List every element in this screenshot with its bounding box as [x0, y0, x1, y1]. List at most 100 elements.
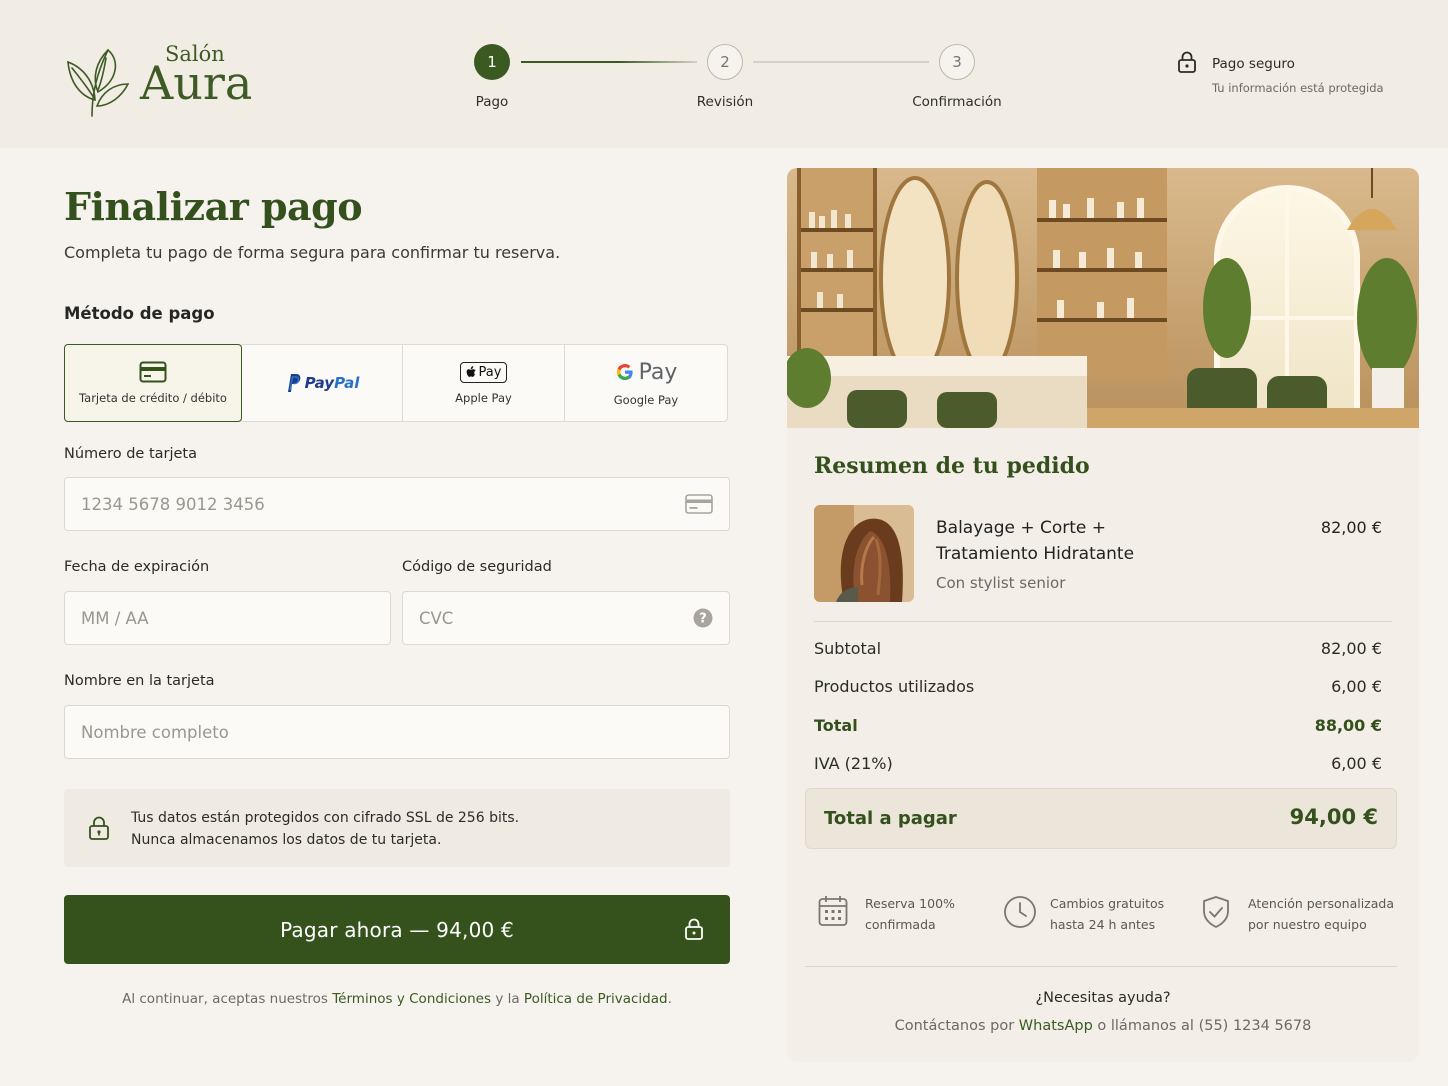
terms-text: Al continuar, aceptas nuestros Términos …	[64, 991, 730, 1007]
row-value: 82,00 €	[1320, 639, 1382, 658]
grand-total-value: 94,00 €	[1289, 805, 1378, 829]
row-value: 6,00 €	[1331, 754, 1382, 773]
calendar-icon	[818, 896, 848, 926]
row-label: Productos utilizados	[814, 677, 975, 696]
cvc-label: Código de seguridad	[402, 559, 552, 575]
brand-logo[interactable]: Salón Aura	[62, 38, 252, 118]
google-pay-logo: Pay	[615, 359, 678, 385]
method-label: Tarjeta de crédito / débito	[79, 391, 227, 405]
clock-icon	[1004, 896, 1036, 928]
header: Salón Aura 1 Pago 2 Revisión 3 Confirmac…	[0, 0, 1448, 148]
expiry-label: Fecha de expiración	[64, 559, 210, 575]
name-placeholder: Nombre completo	[81, 722, 229, 742]
pay-now-button[interactable]: Pagar ahora — 94,00 €	[64, 895, 730, 964]
cvc-placeholder: CVC	[419, 608, 454, 628]
feature-line-1: Reserva 100%	[865, 896, 955, 911]
card-number-label: Número de tarjeta	[64, 446, 197, 462]
brand-name: Aura	[140, 56, 253, 110]
row-label: IVA (21%)	[814, 754, 893, 773]
terms-prefix: Al continuar, aceptas nuestros	[122, 991, 333, 1007]
row-label: Subtotal	[814, 639, 882, 658]
cardholder-name-input[interactable]: Nombre completo	[64, 705, 730, 759]
secure-title: Pago seguro	[1212, 56, 1295, 72]
summary-row-products: Productos utilizados 6,00 €	[814, 677, 1382, 696]
feature-line-1: Atención personalizada	[1248, 896, 1395, 911]
page-subtitle: Completa tu pago de forma segura para co…	[64, 243, 561, 262]
leaf-icon	[67, 48, 130, 117]
checkout-stepper: 1 Pago 2 Revisión 3 Confirmación	[440, 44, 1040, 124]
svg-text:?: ?	[699, 612, 707, 627]
card-number-input[interactable]: 1234 5678 9012 3456	[64, 477, 730, 531]
cvc-input[interactable]: CVC ?	[402, 591, 730, 645]
method-label: Apple Pay	[455, 390, 512, 405]
terms-suffix: .	[667, 991, 672, 1007]
step-number: 2	[707, 44, 743, 80]
notice-line-1: Tus datos están protegidos con cifrado S…	[131, 810, 520, 826]
step-label: Confirmación	[912, 94, 1002, 110]
row-label: Total	[814, 716, 858, 735]
step-label: Pago	[475, 94, 509, 110]
feature-line-1: Cambios gratuitos	[1050, 896, 1165, 911]
help-prefix: Contáctanos por	[894, 1018, 1019, 1034]
payment-method-selector: Tarjeta de crédito / débito PayPal Pay A…	[64, 344, 730, 422]
salon-interior-image	[787, 168, 1419, 428]
privacy-link[interactable]: Política de Privacidad	[524, 991, 668, 1007]
method-label: Google Pay	[613, 392, 679, 407]
paypal-logo: PayPal	[285, 373, 359, 393]
step-label: Revisión	[696, 94, 754, 110]
summary-title: Resumen de tu pedido	[814, 453, 1090, 479]
step-confirmacion[interactable]: 3 Confirmación	[897, 44, 1017, 110]
feature-line-2: hasta 24 h antes	[1050, 917, 1156, 932]
method-google-pay-option[interactable]: Pay Google Pay	[564, 344, 728, 422]
name-label: Nombre en la tarjeta	[64, 673, 215, 689]
grand-total-label: Total a pagar	[824, 808, 957, 829]
credit-card-icon	[139, 361, 167, 383]
method-apple-pay-option[interactable]: Pay Apple Pay	[402, 344, 565, 422]
page-title: Finalizar pago	[64, 184, 363, 229]
lock-icon	[1178, 51, 1196, 73]
row-value: 88,00 €	[1314, 716, 1382, 735]
terms-link[interactable]: Términos y Condiciones	[332, 991, 491, 1007]
method-paypal-option[interactable]: PayPal	[241, 344, 403, 422]
order-summary-card: Resumen de tu pedido Balayage + Corte + …	[787, 168, 1419, 1062]
help-icon[interactable]: ?	[693, 608, 713, 628]
service-detail: Con stylist senior	[936, 574, 1066, 592]
help-title: ¿Necesitas ayuda?	[1035, 990, 1171, 1006]
lock-icon	[685, 918, 703, 940]
expiry-placeholder: MM / AA	[81, 608, 149, 628]
service-price: 82,00 €	[1320, 518, 1382, 537]
summary-row-total: Total 88,00 €	[814, 716, 1382, 735]
card-number-placeholder: 1234 5678 9012 3456	[81, 494, 265, 514]
apple-pay-badge-text: Pay	[478, 364, 502, 380]
security-notice: Tus datos están protegidos con cifrado S…	[64, 789, 730, 867]
summary-row-iva: IVA (21%) 6,00 €	[814, 754, 1382, 773]
expiry-input[interactable]: MM / AA	[64, 591, 391, 645]
apple-pay-logo: Pay	[459, 361, 508, 383]
terms-middle: y la	[491, 991, 524, 1007]
grand-total: Total a pagar 94,00 €	[805, 788, 1397, 849]
help-text: Contáctanos por WhatsApp o llámanos al (…	[787, 1018, 1419, 1034]
summary-row-subtotal: Subtotal 82,00 €	[814, 639, 1382, 658]
step-pago[interactable]: 1 Pago	[432, 44, 552, 110]
google-pay-badge-text: Pay	[638, 359, 678, 385]
card-icon	[685, 494, 713, 514]
feature-line-2: por nuestro equipo	[1248, 917, 1367, 932]
whatsapp-link[interactable]: WhatsApp	[1019, 1018, 1093, 1034]
service-thumbnail	[814, 505, 914, 602]
lock-icon	[89, 816, 109, 840]
pay-button-label: Pagar ahora — 94,00 €	[280, 917, 514, 942]
divider	[805, 966, 1397, 967]
step-revision[interactable]: 2 Revisión	[665, 44, 785, 110]
help-suffix: o llámanos al (55) 1234 5678	[1092, 1018, 1312, 1034]
step-number: 3	[939, 44, 975, 80]
service-name: Balayage + Corte + Tratamiento Hidratant…	[936, 518, 1135, 564]
method-card-option[interactable]: Tarjeta de crédito / débito	[64, 344, 242, 422]
shield-check-icon	[1203, 896, 1229, 929]
notice-line-2: Nunca almacenamos los datos de tu tarjet…	[131, 832, 442, 848]
row-value: 6,00 €	[1331, 677, 1382, 696]
divider	[814, 621, 1392, 622]
step-number: 1	[474, 44, 510, 80]
feature-line-2: confirmada	[865, 917, 936, 932]
payment-method-label: Método de pago	[64, 304, 215, 323]
secure-subtitle: Tu información está protegida	[1212, 81, 1384, 95]
